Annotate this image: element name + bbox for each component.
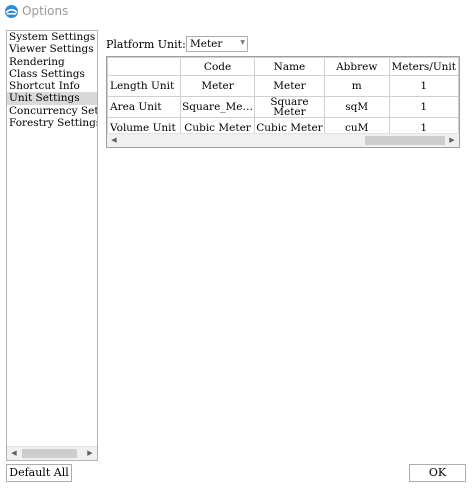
table-cell[interactable]: 1 bbox=[388, 96, 459, 118]
table-cell[interactable]: sqM bbox=[323, 96, 390, 118]
table-header-row: Code Name Abbrew Meters/Unit bbox=[107, 57, 459, 76]
unit-grid: Code Name Abbrew Meters/Unit Length Unit… bbox=[107, 57, 459, 139]
settings-category-list[interactable]: System Settings Viewer Settings Renderin… bbox=[6, 30, 98, 461]
column-header-corner bbox=[107, 57, 182, 76]
nav-item-concurrency-settings[interactable]: Concurrency Settings bbox=[7, 105, 97, 117]
ok-button[interactable]: OK bbox=[409, 464, 466, 482]
table-cell[interactable]: 1 bbox=[388, 75, 459, 97]
nav-item-system-settings[interactable]: System Settings bbox=[7, 31, 97, 43]
settings-category-items: System Settings Viewer Settings Renderin… bbox=[7, 31, 97, 445]
table-row: Length Unit Meter Meter m 1 bbox=[107, 75, 459, 97]
window-title: Options bbox=[22, 4, 69, 18]
table-cell[interactable]: Square Meter bbox=[254, 96, 325, 118]
nav-item-unit-settings[interactable]: Unit Settings bbox=[7, 92, 97, 105]
nav-item-forestry-settings[interactable]: Forestry Settings bbox=[7, 117, 97, 129]
title-bar: Options bbox=[0, 0, 474, 24]
chevron-down-icon: ▼ bbox=[240, 39, 245, 46]
table-cell[interactable]: Meter bbox=[180, 75, 255, 97]
nav-item-rendering[interactable]: Rendering bbox=[7, 56, 97, 68]
table-row: Area Unit Square_Me… Square Meter sqM 1 bbox=[107, 96, 459, 118]
nav-horizontal-scrollbar[interactable]: ◀ ▶ bbox=[7, 446, 97, 460]
scroll-right-icon[interactable]: ▶ bbox=[445, 134, 459, 147]
nav-scroll-thumb[interactable] bbox=[22, 449, 77, 458]
table-scroll-thumb[interactable] bbox=[365, 136, 445, 145]
unit-table[interactable]: Code Name Abbrew Meters/Unit Length Unit… bbox=[106, 56, 460, 148]
table-horizontal-scrollbar[interactable]: ◀ ▶ bbox=[107, 133, 459, 147]
scroll-right-icon[interactable]: ▶ bbox=[83, 447, 97, 460]
table-cell[interactable]: m bbox=[323, 75, 390, 97]
nav-item-viewer-settings[interactable]: Viewer Settings bbox=[7, 43, 97, 55]
table-cell[interactable]: Meter bbox=[254, 75, 325, 97]
platform-unit-value: Meter bbox=[190, 38, 223, 50]
scroll-left-icon[interactable]: ◀ bbox=[7, 447, 21, 460]
column-header-meters-per-unit[interactable]: Meters/Unit bbox=[388, 57, 459, 76]
table-cell[interactable]: Square_Me… bbox=[180, 96, 255, 118]
row-header: Area Unit bbox=[107, 96, 182, 118]
scroll-left-icon[interactable]: ◀ bbox=[107, 134, 121, 147]
app-logo-icon bbox=[5, 5, 18, 18]
column-header-code[interactable]: Code bbox=[180, 57, 255, 76]
platform-unit-select[interactable]: Meter ▼ bbox=[186, 36, 248, 52]
nav-item-class-settings[interactable]: Class Settings bbox=[7, 68, 97, 80]
platform-unit-label: Platform Unit: bbox=[106, 38, 186, 51]
nav-item-shortcut-info[interactable]: Shortcut Info bbox=[7, 80, 97, 92]
column-header-name[interactable]: Name bbox=[254, 57, 325, 76]
column-header-abbrew[interactable]: Abbrew bbox=[323, 57, 390, 76]
default-all-button[interactable]: Default All bbox=[6, 464, 72, 482]
row-header: Length Unit bbox=[107, 75, 182, 97]
